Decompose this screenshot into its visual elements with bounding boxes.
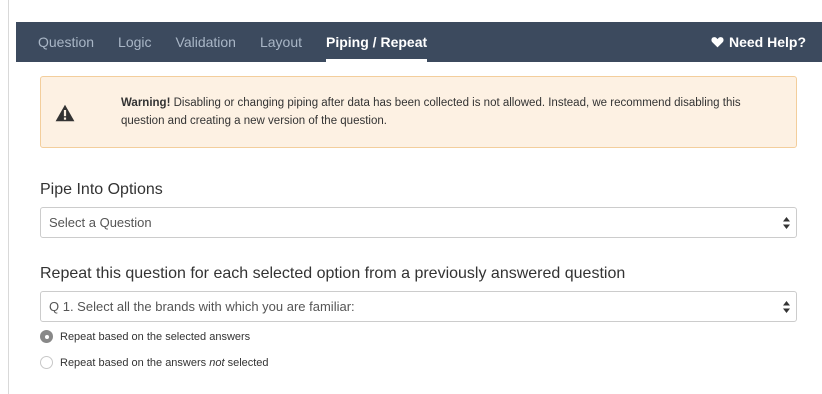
select-arrows-icon — [783, 301, 790, 313]
heart-icon — [711, 37, 724, 48]
repeat-question-select-value: Q 1. Select all the brands with which yo… — [49, 299, 355, 314]
warning-triangle-icon — [55, 104, 75, 122]
tab-validation[interactable]: Validation — [164, 22, 248, 62]
warning-message: Warning! Disabling or changing piping af… — [121, 94, 761, 130]
pipe-into-options-label: Pipe Into Options — [40, 181, 163, 198]
select-arrows-icon — [783, 217, 790, 229]
pipe-question-select[interactable]: Select a Question — [40, 207, 797, 238]
repeat-question-select[interactable]: Q 1. Select all the brands with which yo… — [40, 291, 797, 322]
repeat-not-selected-option[interactable]: Repeat based on the answers not selected — [40, 356, 269, 369]
repeat-selected-option[interactable]: Repeat based on the selected answers — [40, 330, 250, 343]
tab-logic[interactable]: Logic — [106, 22, 163, 62]
question-editor-tabbar: Question Logic Validation Layout Piping … — [16, 22, 822, 62]
warning-alert: Warning! Disabling or changing piping af… — [40, 76, 797, 148]
radio-button-unselected[interactable] — [40, 356, 53, 369]
warning-body: Disabling or changing piping after data … — [121, 97, 741, 127]
need-help-label: Need Help? — [728, 34, 806, 50]
repeat-not-selected-label: Repeat based on the answers not selected — [60, 356, 269, 369]
tab-question[interactable]: Question — [16, 22, 106, 62]
tab-piping-repeat[interactable]: Piping / Repeat — [314, 22, 439, 62]
warning-title: Warning! — [121, 97, 171, 109]
pipe-question-select-value: Select a Question — [49, 215, 152, 230]
tab-layout[interactable]: Layout — [248, 22, 314, 62]
radio-button-selected[interactable] — [40, 330, 53, 343]
need-help-link[interactable]: Need Help? — [711, 22, 822, 62]
page-edge-divider — [8, 0, 9, 394]
repeat-selected-label: Repeat based on the selected answers — [60, 330, 251, 343]
repeat-question-label: Repeat this question for each selected o… — [40, 265, 626, 282]
